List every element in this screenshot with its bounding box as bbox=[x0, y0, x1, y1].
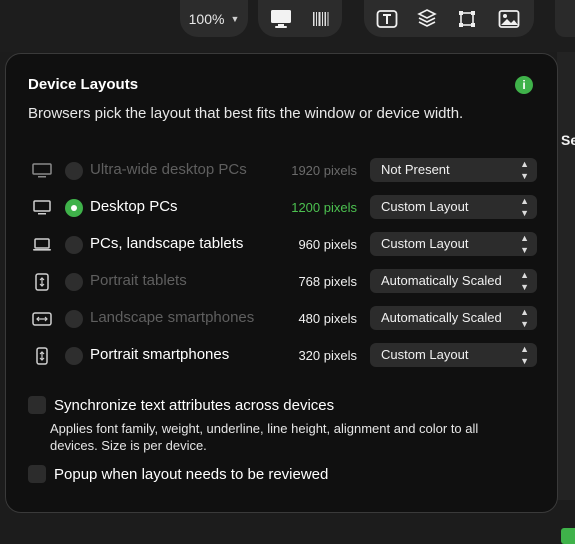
crop-icon[interactable] bbox=[456, 8, 478, 30]
sync-text-attributes-label: Synchronize text attributes across devic… bbox=[54, 396, 335, 414]
chevron-down-icon: ▼ bbox=[230, 13, 240, 24]
device-label: Desktop PCs bbox=[90, 198, 178, 215]
device-row-phone-landscape: Landscape smartphones 480 pixels Automat… bbox=[31, 301, 541, 338]
toolbar-edge bbox=[555, 0, 575, 37]
updown-chevron-icon: ▲ ▼ bbox=[520, 307, 529, 329]
device-label: Portrait smartphones bbox=[90, 346, 230, 363]
view-toggle-group bbox=[258, 0, 342, 37]
checkmark-icon[interactable] bbox=[561, 528, 575, 544]
text-icon[interactable] bbox=[376, 8, 398, 30]
layout-select-value: Automatically Scaled bbox=[381, 273, 502, 288]
zoom-value: 100% bbox=[188, 10, 225, 27]
inspector-panel-peek: Se bbox=[557, 52, 575, 544]
popover-title: Device Layouts bbox=[28, 76, 139, 93]
device-label: PCs, landscape tablets bbox=[90, 235, 244, 252]
info-icon[interactable]: i bbox=[515, 76, 533, 94]
desktop-icon[interactable] bbox=[270, 8, 292, 30]
layout-select-phone-landscape[interactable]: Automatically Scaled ▲ ▼ bbox=[370, 306, 537, 330]
popup-review-label: Popup when layout needs to be reviewed bbox=[54, 465, 329, 483]
radio-desktop[interactable] bbox=[65, 199, 83, 217]
tools-group bbox=[364, 0, 534, 37]
tablet-portrait-icon bbox=[31, 273, 53, 291]
layout-select-ultrawide[interactable]: Not Present ▲ ▼ bbox=[370, 158, 537, 182]
updown-chevron-icon: ▲ ▼ bbox=[520, 344, 529, 366]
device-label: Portrait tablets bbox=[90, 272, 187, 289]
layers-icon[interactable] bbox=[416, 8, 438, 30]
popover-subtitle: Browsers pick the layout that best fits … bbox=[28, 105, 464, 122]
layout-select-value: Custom Layout bbox=[381, 199, 469, 214]
device-pixels: 768 pixels bbox=[298, 274, 357, 289]
top-toolbar: 100% ▼ bbox=[0, 0, 575, 52]
updown-chevron-icon: ▲ ▼ bbox=[520, 233, 529, 255]
layout-select-phone-portrait[interactable]: Custom Layout ▲ ▼ bbox=[370, 343, 537, 367]
layout-select-laptop[interactable]: Custom Layout ▲ ▼ bbox=[370, 232, 537, 256]
updown-chevron-icon: ▲ ▼ bbox=[520, 196, 529, 218]
popup-review-checkbox[interactable] bbox=[28, 465, 46, 483]
ultrawide-monitor-icon bbox=[31, 162, 53, 180]
sync-text-attributes-option[interactable]: Synchronize text attributes across devic… bbox=[28, 396, 334, 414]
inspector-heading: Se bbox=[561, 132, 575, 148]
device-layouts-popover: Device Layouts i Browsers pick the layou… bbox=[5, 53, 558, 513]
laptop-icon bbox=[31, 236, 53, 254]
device-row-phone-portrait: Portrait smartphones 320 pixels Custom L… bbox=[31, 338, 541, 375]
layout-select-desktop[interactable]: Custom Layout ▲ ▼ bbox=[370, 195, 537, 219]
device-label: Ultra-wide desktop PCs bbox=[90, 161, 247, 178]
device-row-desktop: Desktop PCs 1200 pixels Custom Layout ▲ ▼ bbox=[31, 190, 541, 227]
device-row-ultrawide: Ultra-wide desktop PCs 1920 pixels Not P… bbox=[31, 153, 541, 190]
phone-landscape-icon bbox=[31, 310, 53, 328]
sync-text-attributes-checkbox[interactable] bbox=[28, 396, 46, 414]
sync-text-attributes-description: Applies font family, weight, underline, … bbox=[50, 421, 479, 453]
radio-ultrawide[interactable] bbox=[65, 162, 83, 180]
updown-chevron-icon: ▲ ▼ bbox=[520, 270, 529, 292]
layout-select-tablet-portrait[interactable]: Automatically Scaled ▲ ▼ bbox=[370, 269, 537, 293]
radio-phone-landscape[interactable] bbox=[65, 310, 83, 328]
radio-phone-portrait[interactable] bbox=[65, 347, 83, 365]
device-pixels: 480 pixels bbox=[298, 311, 357, 326]
popup-review-option[interactable]: Popup when layout needs to be reviewed bbox=[28, 465, 328, 483]
radio-laptop[interactable] bbox=[65, 236, 83, 254]
image-icon[interactable] bbox=[498, 8, 520, 30]
device-row-tablet-portrait: Portrait tablets 768 pixels Automaticall… bbox=[31, 264, 541, 301]
layout-select-value: Not Present bbox=[381, 162, 450, 177]
device-label: Landscape smartphones bbox=[90, 309, 255, 326]
device-layout-list: Ultra-wide desktop PCs 1920 pixels Not P… bbox=[31, 153, 541, 375]
device-pixels: 1920 pixels bbox=[291, 163, 357, 178]
barcode-icon[interactable] bbox=[310, 8, 332, 30]
device-pixels: 960 pixels bbox=[298, 237, 357, 252]
updown-chevron-icon: ▲ ▼ bbox=[520, 159, 529, 181]
desktop-monitor-icon bbox=[31, 199, 53, 217]
phone-portrait-icon bbox=[31, 347, 53, 365]
layout-select-value: Custom Layout bbox=[381, 347, 469, 362]
zoom-dropdown[interactable]: 100% ▼ bbox=[180, 0, 248, 37]
layout-select-value: Custom Layout bbox=[381, 236, 469, 251]
device-pixels: 1200 pixels bbox=[291, 200, 357, 215]
radio-tablet-portrait[interactable] bbox=[65, 273, 83, 291]
device-pixels: 320 pixels bbox=[298, 348, 357, 363]
device-row-laptop: PCs, landscape tablets 960 pixels Custom… bbox=[31, 227, 541, 264]
layout-select-value: Automatically Scaled bbox=[381, 310, 502, 325]
